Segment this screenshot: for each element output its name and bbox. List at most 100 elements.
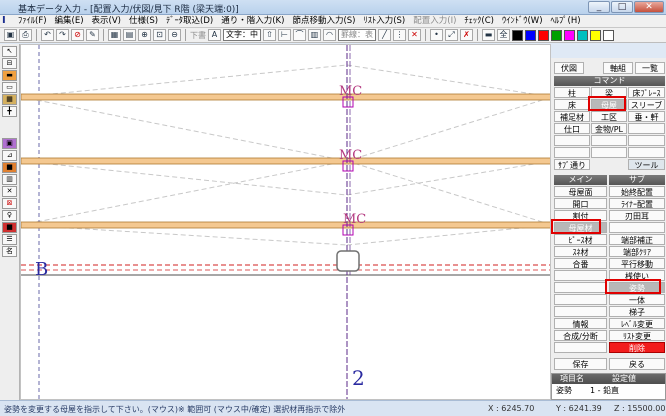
menu-node-move[interactable]: 節点移動入力(S) xyxy=(288,15,359,27)
color-swatch-white[interactable] xyxy=(603,29,614,41)
command-hardware[interactable]: 金物/PL xyxy=(591,123,627,134)
text-tool-icon[interactable]: A xyxy=(208,29,221,41)
menu-list-input[interactable]: ﾘｽﾄ入力(S) xyxy=(359,15,409,27)
color-swatch-blue[interactable] xyxy=(525,29,536,41)
command-zone[interactable]: 工区 xyxy=(591,111,627,122)
tag-icon[interactable]: ♀ xyxy=(2,210,17,221)
color-swatch-cyan[interactable] xyxy=(577,29,588,41)
line-icon[interactable]: ╱ xyxy=(378,29,391,41)
settings-grid-row[interactable]: 姿勢 1 - 鉛直 xyxy=(552,385,665,396)
save-icon[interactable]: ▣ xyxy=(4,29,17,41)
sub-grid-button[interactable]: ｻﾌﾞ通り xyxy=(554,159,590,170)
main-piece[interactable]: ﾋﾟｰｽ材 xyxy=(554,234,607,245)
command-purlin[interactable]: 母屋 xyxy=(591,99,627,110)
menu-data-import[interactable]: ﾃﾞｰﾀ取込(D) xyxy=(162,15,217,27)
zoom-out-icon[interactable]: ⊖ xyxy=(168,29,181,41)
command-eaves[interactable]: 垂・軒 xyxy=(628,111,665,122)
sub-edge[interactable]: 刃田耳 xyxy=(609,210,665,221)
cross-icon[interactable]: ✕ xyxy=(2,186,17,197)
menu-spec[interactable]: 仕様(S) xyxy=(125,15,162,27)
print-icon[interactable]: ⎙ xyxy=(19,29,32,41)
wall-icon[interactable]: ▭ xyxy=(2,82,17,93)
beam-icon[interactable]: ▬ xyxy=(2,70,17,81)
color-swatch-green[interactable] xyxy=(551,29,562,41)
red-block-icon[interactable]: ■ xyxy=(2,222,17,233)
font-size-select[interactable]: 文字：中 xyxy=(223,29,261,41)
tile-view-icon[interactable]: ▤ xyxy=(123,29,136,41)
maximize-button[interactable]: □ xyxy=(611,1,633,13)
undo-icon[interactable]: ↶ xyxy=(41,29,54,41)
color-swatch-yellow[interactable] xyxy=(590,29,601,41)
color-swatch-red[interactable] xyxy=(538,29,549,41)
menu-window[interactable]: ｳｲﾝﾄﾞｳ(W) xyxy=(498,15,547,27)
back-button[interactable]: 戻る xyxy=(609,358,665,370)
sub-orientation[interactable]: 姿勢 xyxy=(609,282,665,293)
sub-ladder[interactable]: 梯子 xyxy=(609,306,665,317)
main-merge-split[interactable]: 合成/分断 xyxy=(554,330,607,341)
main-opening[interactable]: 開口 xyxy=(554,198,607,209)
erase-icon[interactable]: ✎ xyxy=(86,29,99,41)
delete-point-icon[interactable]: ✗ xyxy=(460,29,473,41)
building-icon[interactable]: ▥ xyxy=(2,174,17,185)
redo-icon[interactable]: ↷ xyxy=(56,29,69,41)
arrow-tool-icon[interactable]: ⇧ xyxy=(263,29,276,41)
dot-icon[interactable]: • xyxy=(430,29,443,41)
command-column[interactable]: 柱 xyxy=(554,87,590,98)
main-brace[interactable]: ｽﾈ材 xyxy=(554,246,607,257)
sub-level-change[interactable]: ﾚﾍﾞﾙ変更 xyxy=(609,318,665,329)
command-sleeve[interactable]: スリーブ xyxy=(628,99,665,110)
zoom-fit-icon[interactable]: ⊡ xyxy=(153,29,166,41)
command-floor-brace[interactable]: 床ﾌﾞﾚｰｽ xyxy=(628,87,665,98)
sub-reuse[interactable]: 桟使い xyxy=(609,270,665,281)
fill-all-icon[interactable]: 全 xyxy=(497,29,510,41)
color-swatch-magenta[interactable] xyxy=(564,29,575,41)
fill-icon[interactable]: ▬ xyxy=(482,29,495,41)
plan-view-button[interactable]: 伏図 xyxy=(554,62,584,74)
sub-delete[interactable]: 削除 xyxy=(609,342,665,353)
brace-red-icon[interactable]: ⊠ xyxy=(2,198,17,209)
sub-end-correct[interactable]: 端部補正 xyxy=(609,234,665,245)
orange-tool-icon[interactable]: ■ xyxy=(2,162,17,173)
color-swatch-black[interactable] xyxy=(512,29,523,41)
line-style-select[interactable]: 罫線：表 xyxy=(338,29,376,41)
sub-end-clear[interactable]: 端部ｸﾘｱ xyxy=(609,246,665,257)
tool-button[interactable]: ツール xyxy=(628,159,665,170)
purple-tool-icon[interactable]: ▣ xyxy=(2,138,17,149)
command-beam[interactable]: 梁 xyxy=(591,87,627,98)
cursor-icon[interactable]: ↖ xyxy=(2,46,17,57)
frame-view-button[interactable]: 軸組 xyxy=(603,62,633,74)
delete-line-icon[interactable]: ✕ xyxy=(408,29,421,41)
command-floor[interactable]: 床 xyxy=(554,99,590,110)
menu-check[interactable]: ﾁｪｯｸ(C) xyxy=(460,15,498,27)
save-button[interactable]: 保存 xyxy=(554,358,607,370)
zoom-in-icon[interactable]: ⊕ xyxy=(138,29,151,41)
menu-grid-floor[interactable]: 通り・階入力(K) xyxy=(217,15,288,27)
sub-parallel-move[interactable]: 平行移動 xyxy=(609,258,665,269)
list-view-button[interactable]: 一覧 xyxy=(635,62,665,74)
sub-liner[interactable]: ﾗｲﾅｰ配置 xyxy=(609,198,665,209)
list-icon[interactable]: ☰ xyxy=(2,234,17,245)
arc-icon[interactable]: ◠ xyxy=(323,29,336,41)
dimension-icon[interactable]: ⊢ xyxy=(278,29,291,41)
grid-line-icon[interactable]: ╋ xyxy=(2,106,17,117)
sub-unify[interactable]: 一体 xyxy=(609,294,665,305)
minimize-button[interactable]: _ xyxy=(588,1,610,13)
hatch-icon[interactable]: ▦ xyxy=(2,94,17,105)
menu-view[interactable]: 表示(V) xyxy=(88,15,125,27)
sub-list-change[interactable]: ﾘｽﾄ変更 xyxy=(609,330,665,341)
main-mark[interactable]: 合番 xyxy=(554,258,607,269)
menu-edit[interactable]: 編集(E) xyxy=(51,15,88,27)
menu-file[interactable]: ﾌｧｲﾙ(F) xyxy=(14,15,51,27)
command-joint[interactable]: 仕口 xyxy=(554,123,590,134)
table-icon[interactable]: ▥ xyxy=(308,29,321,41)
stop-icon[interactable]: ⊘ xyxy=(71,29,84,41)
main-info[interactable]: 情報 xyxy=(554,318,607,329)
close-button[interactable]: ✕ xyxy=(634,1,664,13)
brace-icon[interactable]: ⊿ xyxy=(2,150,17,161)
drawing-canvas[interactable]: MC MC MC B 2 xyxy=(20,44,551,400)
sub-start-end[interactable]: 始終配置 xyxy=(609,186,665,197)
main-allocation[interactable]: 割付 xyxy=(554,210,607,221)
leader-icon[interactable]: ⌒ xyxy=(293,29,306,41)
main-purlin-member[interactable]: 母屋材 xyxy=(554,222,607,233)
polyline-icon[interactable]: ⋮ xyxy=(393,29,406,41)
